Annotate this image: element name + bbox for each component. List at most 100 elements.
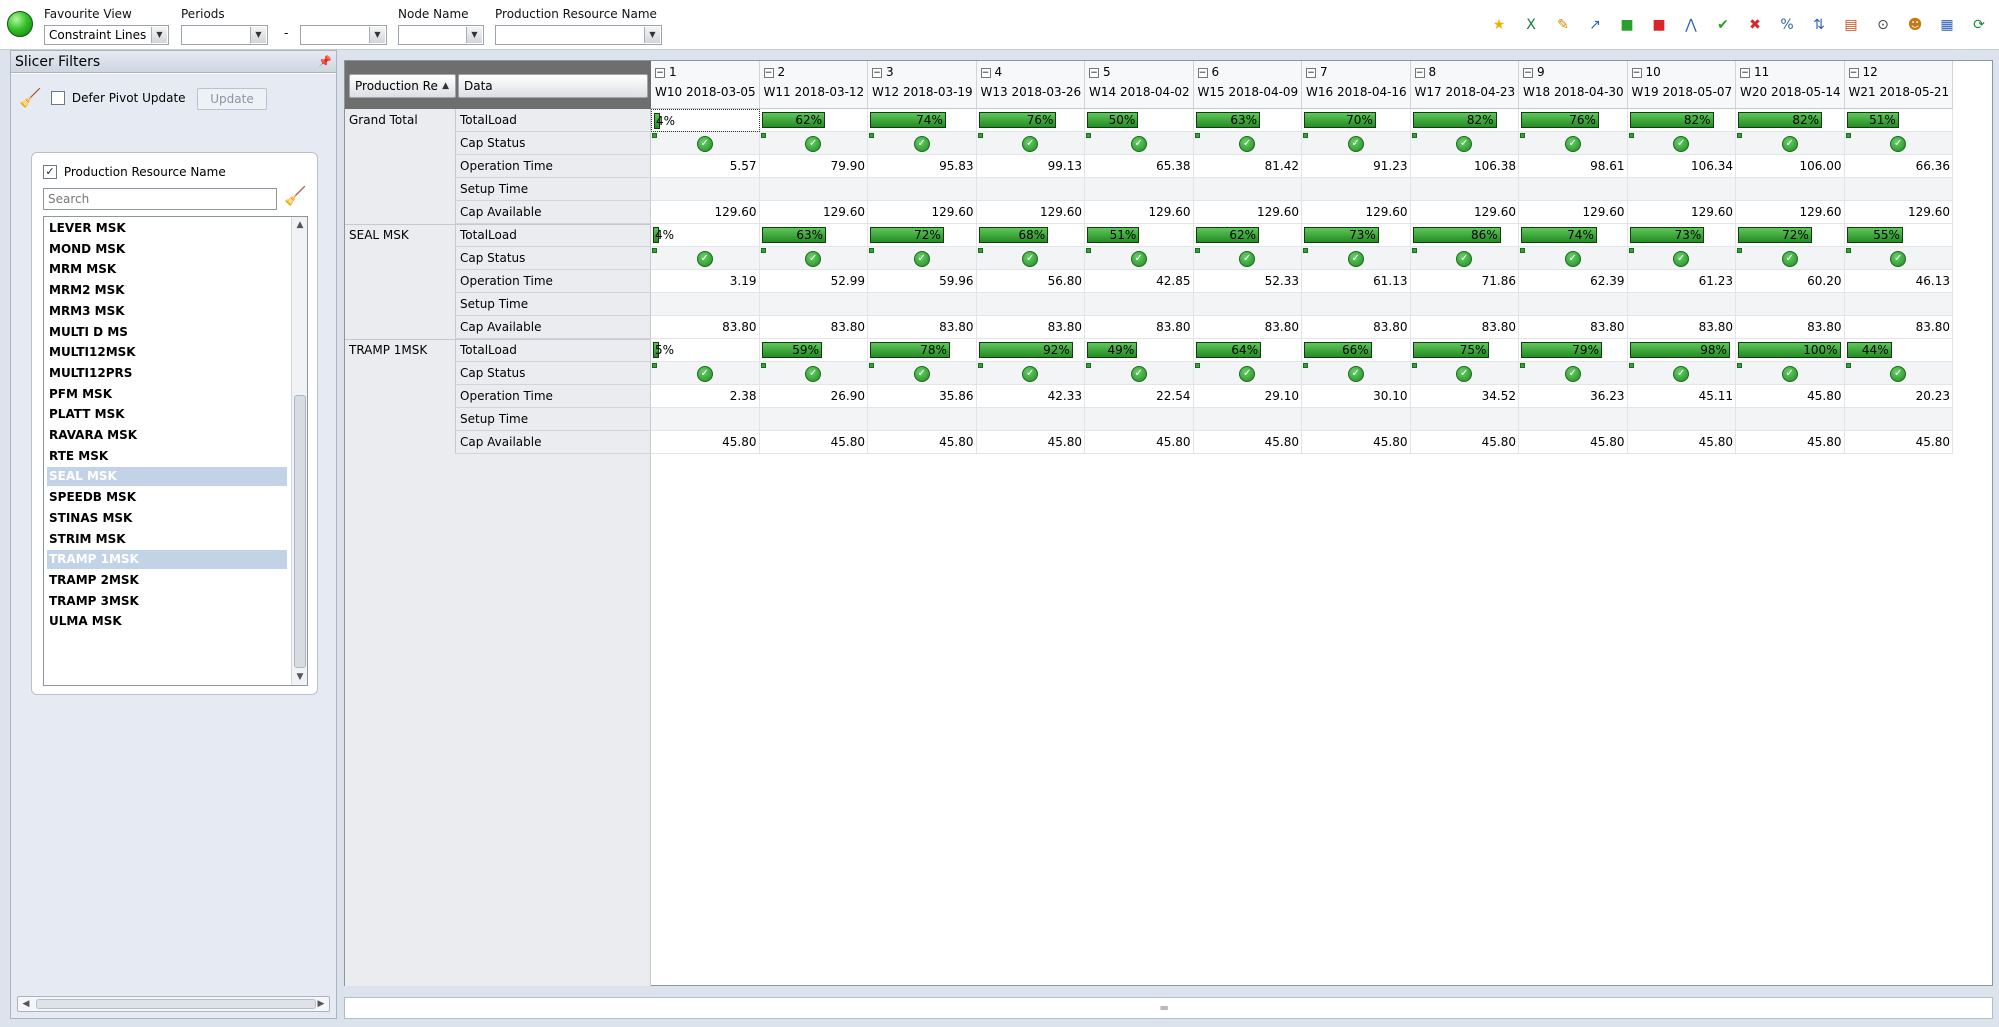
table-cell[interactable]: 73% — [1628, 224, 1736, 247]
clear-search-icon[interactable]: 🧹 — [284, 188, 306, 206]
table-cell[interactable]: ✓ — [1411, 132, 1519, 155]
table-cell[interactable]: 92% — [977, 339, 1085, 362]
table-cell[interactable]: 106.38 — [1411, 155, 1519, 178]
list-item[interactable]: SEAL MSK — [47, 467, 287, 487]
chevron-down-icon[interactable]: ▼ — [151, 27, 167, 43]
list-item[interactable]: PFM MSK — [47, 385, 287, 404]
table-cell[interactable]: 75% — [1411, 339, 1519, 362]
table-cell[interactable]: 79.90 — [760, 155, 868, 178]
table-cell[interactable] — [868, 178, 977, 201]
table-cell[interactable] — [760, 293, 868, 316]
scroll-thumb[interactable] — [36, 999, 316, 1009]
column-header[interactable]: −7 W16 2018-04-16 — [1302, 61, 1411, 109]
table-cell[interactable]: 4% — [651, 109, 760, 132]
sort-icon[interactable]: ⇅ — [1807, 13, 1831, 37]
column-header[interactable]: −1 W10 2018-03-05 — [651, 61, 760, 109]
table-cell[interactable]: ✓ — [1085, 247, 1194, 270]
table-cell[interactable]: 83.80 — [760, 316, 868, 339]
table-cell[interactable] — [1519, 178, 1628, 201]
table-cell[interactable]: ✓ — [1085, 362, 1194, 385]
sort-asc-icon[interactable]: ▲ — [442, 75, 449, 97]
table-cell[interactable]: 74% — [868, 109, 977, 132]
table-cell[interactable]: ✓ — [1519, 132, 1628, 155]
percent-icon[interactable]: % — [1775, 13, 1799, 37]
table-cell[interactable] — [1736, 293, 1845, 316]
table-cell[interactable]: 65.38 — [1085, 155, 1194, 178]
table-cell[interactable]: 42.33 — [977, 385, 1085, 408]
table-cell[interactable]: 45.80 — [1411, 431, 1519, 454]
table-cell[interactable] — [1519, 293, 1628, 316]
period-to-combo[interactable]: ▼ — [300, 25, 387, 45]
defer-checkbox[interactable] — [51, 90, 65, 105]
table-cell[interactable] — [868, 408, 977, 431]
list-item[interactable]: SPEEDB MSK — [47, 488, 287, 507]
table-cell[interactable] — [1085, 293, 1194, 316]
table-cell[interactable] — [1519, 408, 1628, 431]
chevron-down-icon[interactable]: ▼ — [250, 27, 266, 43]
scroll-down-icon[interactable]: ▼ — [292, 670, 307, 684]
table-cell[interactable] — [1302, 293, 1411, 316]
period-from-combo[interactable]: ▼ — [181, 25, 268, 45]
table-cell[interactable] — [1194, 408, 1302, 431]
excel-export-icon[interactable]: X — [1519, 13, 1543, 37]
table-cell[interactable]: 59% — [760, 339, 868, 362]
table-cell[interactable]: ✓ — [1411, 247, 1519, 270]
table-cell[interactable]: 64% — [1194, 339, 1302, 362]
table-cell[interactable] — [760, 178, 868, 201]
list-item[interactable]: RAVARA MSK — [47, 426, 287, 445]
table-cell[interactable]: 45.80 — [1302, 431, 1411, 454]
table-cell[interactable] — [1736, 408, 1845, 431]
table-cell[interactable]: 129.60 — [1628, 201, 1736, 224]
table-cell[interactable]: ✓ — [1736, 247, 1845, 270]
table-cell[interactable]: 52.99 — [760, 270, 868, 293]
table-cell[interactable]: 83.80 — [1628, 316, 1736, 339]
table-cell[interactable]: 70% — [1302, 109, 1411, 132]
update-button[interactable]: Update — [197, 88, 267, 110]
search-input[interactable] — [48, 190, 276, 208]
table-cell[interactable]: ✓ — [1519, 362, 1628, 385]
edit-icon[interactable]: ✎ — [1551, 13, 1575, 37]
table-cell[interactable]: 51% — [1845, 109, 1953, 132]
table-cell[interactable]: 72% — [1736, 224, 1845, 247]
collapse-icon[interactable]: − — [980, 68, 991, 78]
table-cell[interactable] — [1085, 408, 1194, 431]
table-cell[interactable]: 45.80 — [1736, 431, 1845, 454]
table-cell[interactable] — [1411, 178, 1519, 201]
table-cell[interactable]: 45.80 — [1194, 431, 1302, 454]
table-cell[interactable]: 71.86 — [1411, 270, 1519, 293]
column-header[interactable]: −9 W18 2018-04-30 — [1519, 61, 1628, 109]
table-cell[interactable]: 83.80 — [977, 316, 1085, 339]
table-cell[interactable]: ✓ — [1628, 247, 1736, 270]
chart-edit-icon[interactable]: ↗ — [1583, 13, 1607, 37]
table-cell[interactable]: ✓ — [1845, 247, 1953, 270]
list-item[interactable]: MULTI12PRS — [47, 364, 287, 383]
list-item[interactable]: TRAMP 1MSK — [47, 550, 287, 570]
table-cell[interactable]: 83.80 — [1845, 316, 1953, 339]
table-cell[interactable]: 61.13 — [1302, 270, 1411, 293]
table-cell[interactable]: 26.90 — [760, 385, 868, 408]
table-cell[interactable]: 100% — [1736, 339, 1845, 362]
group-label[interactable]: TRAMP 1MSK — [349, 343, 427, 357]
table-cell[interactable]: ✓ — [1085, 132, 1194, 155]
collapse-icon[interactable]: − — [872, 68, 882, 78]
list-item[interactable]: STINAS MSK — [47, 509, 287, 528]
table-cell[interactable]: 5% — [651, 339, 760, 362]
red-square-icon[interactable]: ■ — [1647, 13, 1671, 37]
table-cell[interactable]: 83.80 — [1411, 316, 1519, 339]
table-cell[interactable]: ✓ — [1519, 247, 1628, 270]
clear-filters-icon[interactable]: 🧹 — [19, 90, 41, 108]
table-cell[interactable]: 68% — [977, 224, 1085, 247]
table-cell[interactable]: 59.96 — [868, 270, 977, 293]
list-item[interactable]: MRM2 MSK — [47, 281, 287, 300]
table-cell[interactable]: ✓ — [977, 132, 1085, 155]
list-item[interactable]: LEVER MSK — [47, 219, 287, 238]
table-cell[interactable]: 73% — [1302, 224, 1411, 247]
search-field[interactable] — [43, 188, 277, 210]
splitter-grip-icon[interactable]: ═ — [1161, 1001, 1168, 1015]
table-cell[interactable]: ✓ — [1628, 132, 1736, 155]
table-cell[interactable]: 20.23 — [1845, 385, 1953, 408]
column-header[interactable]: −11 W20 2018-05-14 — [1736, 61, 1845, 109]
table-cell[interactable]: 95.83 — [868, 155, 977, 178]
table-cell[interactable]: ✓ — [1736, 362, 1845, 385]
table-cell[interactable]: 129.60 — [1845, 201, 1953, 224]
